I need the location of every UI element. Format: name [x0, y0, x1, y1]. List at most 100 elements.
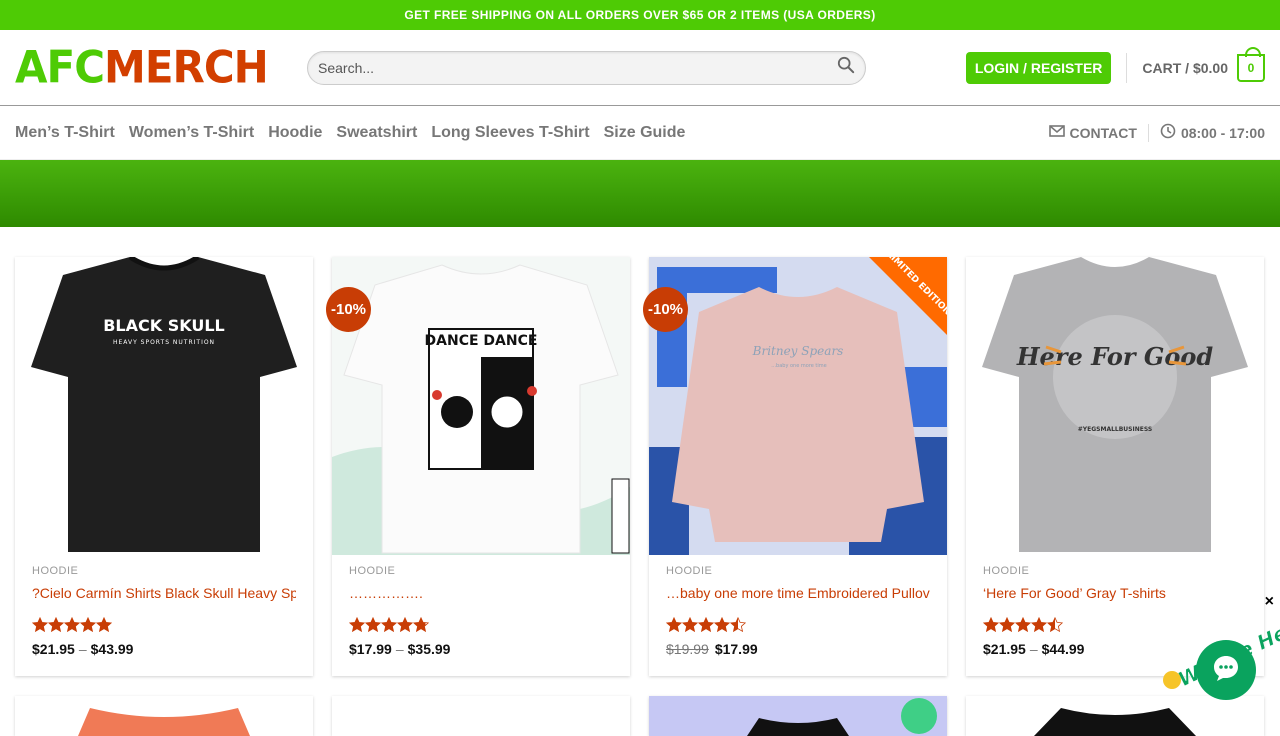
- star-icon: [983, 617, 999, 633]
- business-hours: 08:00 - 17:00: [1181, 125, 1265, 141]
- price-old: $19.99: [666, 641, 709, 657]
- product-card[interactable]: BLACK SKULL HEAVY SPORTS NUTRITION HOODI…: [15, 257, 313, 676]
- site-header: AFCMERCH Search... LOGIN / REGISTER CART…: [0, 30, 1280, 106]
- header-divider: [1126, 53, 1127, 83]
- product-image[interactable]: BLACK SKULL HEAVY SPORTS NUTRITION: [15, 257, 313, 555]
- tshirt-black-image: BLACK SKULL HEAVY SPORTS NUTRITION: [15, 257, 313, 555]
- image-text: DANCE DANCE: [425, 333, 538, 349]
- product-card[interactable]: [966, 696, 1264, 736]
- price-high: $43.99: [91, 641, 134, 657]
- contact-link[interactable]: CONTACT: [1070, 125, 1137, 141]
- product-card[interactable]: [332, 696, 630, 736]
- product-price: $21.95–$43.99: [32, 641, 296, 657]
- star-icon: [413, 617, 429, 633]
- star-icon: [32, 617, 48, 633]
- product-title[interactable]: ?Cielo Carmín Shirts Black Skull Heavy S…: [32, 585, 296, 601]
- star-icon: [714, 617, 730, 633]
- star-icon: [1015, 617, 1031, 633]
- product-price: $17.99–$35.99: [349, 641, 613, 657]
- tshirt-orange-image: [15, 696, 313, 736]
- site-logo[interactable]: AFCMERCH: [15, 46, 277, 90]
- product-title[interactable]: …baby one more time Embroidered Pullover: [666, 585, 930, 601]
- star-icon: [682, 617, 698, 633]
- price-current: $17.99: [715, 641, 758, 657]
- product-card[interactable]: -10% DANCE DANCE HOODIE ……………. $17.99–$3…: [332, 257, 630, 676]
- product-price: $19.99 $17.99: [666, 641, 930, 657]
- product-image[interactable]: Britney Spears ...baby one more time LIM…: [649, 257, 947, 555]
- product-category[interactable]: HOODIE: [349, 565, 613, 577]
- star-icon: [666, 617, 682, 633]
- price-low: $21.95: [983, 641, 1026, 657]
- product-title[interactable]: ‘Here For Good’ Gray T-shirts: [983, 585, 1247, 601]
- star-rating: [666, 617, 930, 635]
- image-text: Britney Spears: [752, 344, 844, 358]
- star-icon: [730, 617, 746, 633]
- star-icon: [397, 617, 413, 633]
- star-icon: [1031, 617, 1047, 633]
- tshirt-gray-image: Here For Good #YEGSMALLBUSINESS: [966, 257, 1264, 555]
- nav-item-size-guide[interactable]: Size Guide: [604, 124, 686, 142]
- star-icon: [64, 617, 80, 633]
- category-banner: [0, 160, 1280, 227]
- nav-item-mens-tshirt[interactable]: Men’s T-Shirt: [15, 124, 115, 142]
- product-image-purple: [649, 696, 947, 736]
- star-rating: [32, 617, 296, 635]
- chat-button[interactable]: [1196, 640, 1256, 700]
- nav-right: CONTACT 08:00 - 17:00: [1049, 123, 1265, 142]
- sale-badge: -10%: [326, 287, 371, 332]
- product-card[interactable]: [649, 696, 947, 736]
- star-icon: [48, 617, 64, 633]
- product-card[interactable]: -10% Britney Spears ...baby one more tim…: [649, 257, 947, 676]
- search-icon[interactable]: [837, 56, 855, 79]
- product-grid-row-2: [15, 696, 1265, 736]
- star-icon: [349, 617, 365, 633]
- product-category[interactable]: HOODIE: [666, 565, 930, 577]
- main-nav: Men’s T-Shirt Women’s T-Shirt Hoodie Swe…: [0, 106, 1280, 160]
- product-image[interactable]: Here For Good #YEGSMALLBUSINESS: [966, 257, 1264, 555]
- chat-close-icon[interactable]: ×: [1265, 593, 1274, 611]
- price-high: $44.99: [1042, 641, 1085, 657]
- announcement-bar: GET FREE SHIPPING ON ALL ORDERS OVER $65…: [0, 0, 1280, 30]
- product-category[interactable]: HOODIE: [32, 565, 296, 577]
- star-icon: [698, 617, 714, 633]
- nav-divider: [1148, 124, 1149, 142]
- search-bar[interactable]: Search...: [307, 51, 866, 85]
- nav-item-hoodie[interactable]: Hoodie: [268, 124, 322, 142]
- nav-item-womens-tshirt[interactable]: Women’s T-Shirt: [129, 124, 254, 142]
- star-icon: [1047, 617, 1063, 633]
- tshirt-white-image: DANCE DANCE: [332, 257, 630, 555]
- product-category[interactable]: HOODIE: [983, 565, 1247, 577]
- clock-icon: [1160, 123, 1181, 142]
- price-low: $21.95: [32, 641, 75, 657]
- star-icon: [999, 617, 1015, 633]
- star-rating: [349, 617, 613, 635]
- cart-link[interactable]: CART / $0.00 0: [1142, 54, 1265, 82]
- logo-text-merch: MERCH: [104, 45, 268, 89]
- nav-item-sweatshirt[interactable]: Sweatshirt: [336, 124, 417, 142]
- star-icon: [96, 617, 112, 633]
- search-input[interactable]: Search...: [318, 60, 837, 76]
- cart-count: 0: [1248, 61, 1255, 75]
- price-low: $17.99: [349, 641, 392, 657]
- product-card[interactable]: [15, 696, 313, 736]
- price-high: $35.99: [408, 641, 451, 657]
- image-subtext: HEAVY SPORTS NUTRITION: [113, 339, 215, 346]
- envelope-icon: [1049, 123, 1070, 142]
- product-title[interactable]: …………….: [349, 585, 613, 601]
- image-subtext: ...baby one more time: [771, 363, 826, 369]
- sweatshirt-pink-image: Britney Spears ...baby one more time LIM…: [649, 257, 947, 555]
- star-icon: [381, 617, 397, 633]
- star-icon: [365, 617, 381, 633]
- cart-label: CART / $0.00: [1142, 60, 1228, 76]
- nav-item-long-sleeves[interactable]: Long Sleeves T-Shirt: [431, 124, 589, 142]
- chat-icon: [1211, 653, 1241, 688]
- image-subtext: #YEGSMALLBUSINESS: [1078, 426, 1152, 433]
- announcement-text: GET FREE SHIPPING ON ALL ORDERS OVER $65…: [404, 8, 875, 22]
- image-text: BLACK SKULL: [103, 316, 225, 335]
- sale-badge: -10%: [643, 287, 688, 332]
- tshirt-black-image-2: [966, 696, 1264, 736]
- login-register-button[interactable]: LOGIN / REGISTER: [966, 52, 1112, 84]
- cart-bag-icon[interactable]: 0: [1237, 54, 1265, 82]
- product-image[interactable]: DANCE DANCE: [332, 257, 630, 555]
- product-grid: BLACK SKULL HEAVY SPORTS NUTRITION HOODI…: [15, 257, 1265, 676]
